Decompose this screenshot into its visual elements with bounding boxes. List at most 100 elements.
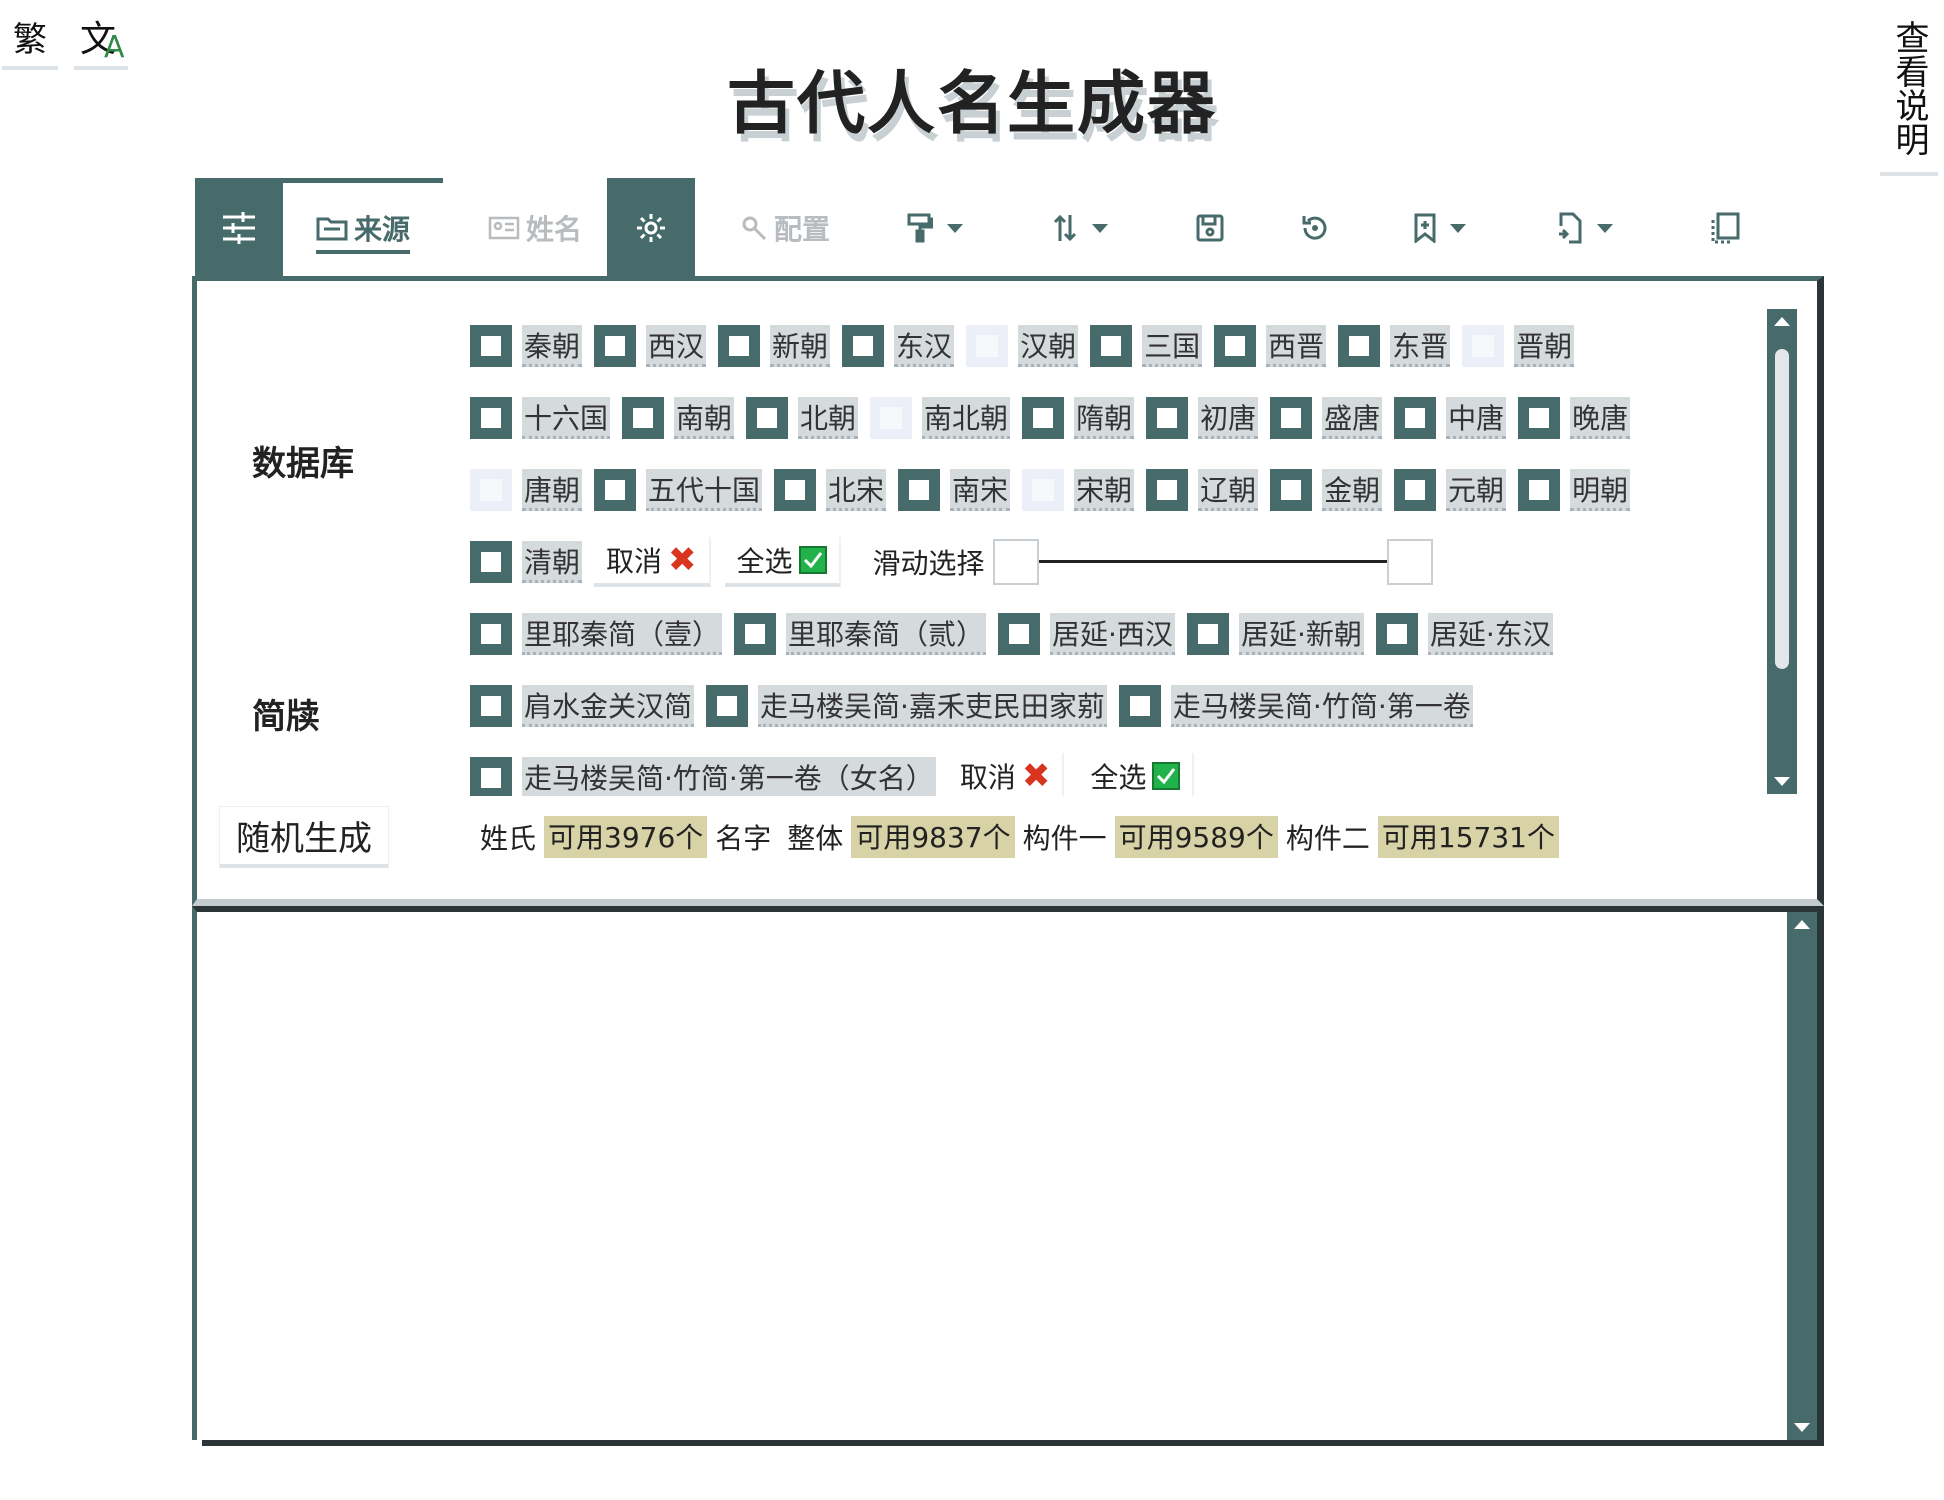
sliders-icon[interactable] xyxy=(195,178,283,278)
scroll-up-icon[interactable] xyxy=(1774,317,1790,326)
checkbox[interactable] xyxy=(1022,469,1065,511)
checkbox[interactable] xyxy=(470,397,512,439)
checkbox-item[interactable]: 居延·东汉 xyxy=(1375,613,1553,655)
checkbox-item[interactable]: 肩水金关汉简 xyxy=(470,685,695,727)
sort-dropdown[interactable] xyxy=(1040,178,1120,278)
checkbox-item[interactable]: 元朝 xyxy=(1394,469,1507,511)
scroll-down-icon[interactable] xyxy=(1794,1423,1810,1432)
save-button[interactable] xyxy=(1185,178,1235,278)
checkbox[interactable] xyxy=(1214,325,1257,367)
checkbox-item[interactable]: 中唐 xyxy=(1394,397,1507,439)
checkbox-item[interactable]: 南宋 xyxy=(898,469,1011,511)
checkbox-item[interactable]: 走马楼吴简·竹简·第一卷（女名） xyxy=(470,757,936,796)
checkbox-item[interactable]: 里耶秦简（贰） xyxy=(734,613,987,655)
scroll-up-icon[interactable] xyxy=(1794,920,1810,929)
checkbox[interactable] xyxy=(998,613,1041,655)
output-scrollbar[interactable] xyxy=(1787,912,1817,1440)
slider-handle-start[interactable] xyxy=(992,539,1039,585)
bookmark-dropdown[interactable] xyxy=(1400,178,1480,278)
scroll-down-icon[interactable] xyxy=(1774,777,1790,786)
checkbox[interactable] xyxy=(1394,469,1437,511)
checkbox-item[interactable]: 走马楼吴简·竹简·第一卷 xyxy=(1118,685,1473,727)
checkbox[interactable] xyxy=(1518,397,1561,439)
checkbox-item[interactable]: 西汉 xyxy=(594,325,707,367)
checkbox-item[interactable]: 金朝 xyxy=(1270,469,1383,511)
checkbox-item[interactable]: 北宋 xyxy=(774,469,887,511)
checkbox[interactable] xyxy=(1394,397,1437,439)
checkbox[interactable] xyxy=(774,469,817,511)
checkbox[interactable] xyxy=(898,469,941,511)
checkbox-item[interactable]: 北朝 xyxy=(746,397,859,439)
checkbox[interactable] xyxy=(1462,325,1505,367)
checkbox-item[interactable]: 清朝 xyxy=(470,541,583,583)
checkbox-item[interactable]: 居延·新朝 xyxy=(1186,613,1364,655)
checkbox-item[interactable]: 隋朝 xyxy=(1022,397,1135,439)
checkbox[interactable] xyxy=(1270,397,1313,439)
tab-source[interactable]: 来源 xyxy=(283,178,443,278)
checkbox-item[interactable]: 辽朝 xyxy=(1146,469,1259,511)
checkbox[interactable] xyxy=(470,613,512,655)
checkbox-item[interactable]: 新朝 xyxy=(718,325,831,367)
checkbox[interactable] xyxy=(870,397,913,439)
checkbox-item[interactable]: 三国 xyxy=(1090,325,1203,367)
checkbox-item[interactable]: 唐朝 xyxy=(470,469,583,511)
checkbox[interactable] xyxy=(1186,613,1229,655)
checkbox-item[interactable]: 南朝 xyxy=(622,397,735,439)
checkbox-item[interactable]: 居延·西汉 xyxy=(998,613,1175,655)
export-dropdown[interactable] xyxy=(1545,178,1625,278)
reset-button[interactable] xyxy=(1290,178,1340,278)
checkbox-item[interactable]: 五代十国 xyxy=(594,469,763,511)
checkbox-item[interactable]: 秦朝 xyxy=(470,325,583,367)
deselect-all-button[interactable]: 取消 ✖ xyxy=(947,753,1065,796)
checkbox-item[interactable]: 南北朝 xyxy=(870,397,1011,439)
checkbox[interactable] xyxy=(1146,397,1189,439)
checkbox-item[interactable]: 明朝 xyxy=(1518,469,1631,511)
tab-name[interactable]: 姓名 xyxy=(465,178,605,278)
checkbox-item[interactable]: 盛唐 xyxy=(1270,397,1383,439)
checkbox-item[interactable]: 初唐 xyxy=(1146,397,1259,439)
tab-config[interactable]: 配置 xyxy=(715,178,855,278)
paint-roller-dropdown[interactable] xyxy=(895,178,975,278)
output-area[interactable] xyxy=(192,906,1824,1446)
checkbox[interactable] xyxy=(594,469,637,511)
checkbox[interactable] xyxy=(842,325,885,367)
checkbox-item[interactable]: 东晋 xyxy=(1338,325,1451,367)
checkbox[interactable] xyxy=(734,613,777,655)
checkbox-item[interactable]: 晚唐 xyxy=(1518,397,1631,439)
range-slider[interactable] xyxy=(992,539,1433,585)
checkbox[interactable] xyxy=(1518,469,1561,511)
checkbox[interactable] xyxy=(470,757,512,796)
select-all-button[interactable]: 全选 xyxy=(1078,753,1195,796)
deselect-all-button[interactable]: 取消 ✖ xyxy=(594,537,711,587)
checkbox-item[interactable]: 里耶秦简（壹） xyxy=(470,613,723,655)
checkbox-item[interactable]: 西晋 xyxy=(1214,325,1327,367)
checkbox[interactable] xyxy=(594,325,637,367)
checkbox-item[interactable]: 汉朝 xyxy=(966,325,1079,367)
checkbox-item[interactable]: 走马楼吴简·嘉禾吏民田家莂 xyxy=(706,685,1107,727)
copy-button[interactable] xyxy=(1700,178,1750,278)
scrollbar-thumb[interactable] xyxy=(1775,349,1789,669)
checkbox[interactable] xyxy=(622,397,665,439)
checkbox[interactable] xyxy=(470,685,512,727)
checkbox-item[interactable]: 宋朝 xyxy=(1022,469,1135,511)
select-all-button[interactable]: 全选 xyxy=(724,537,841,587)
checkbox[interactable] xyxy=(706,685,749,727)
checkbox[interactable] xyxy=(746,397,789,439)
source-scroll-area[interactable]: 数据库 秦朝 西汉 新朝 东汉 汉朝 三国 西晋 东晋 晋朝 十六国 南朝 北朝 南北朝 隋朝 初唐 盛唐 中… xyxy=(197,281,1822,796)
checkbox[interactable] xyxy=(1375,613,1418,655)
checkbox[interactable] xyxy=(470,325,512,367)
checkbox[interactable] xyxy=(1146,469,1189,511)
checkbox[interactable] xyxy=(966,325,1009,367)
generate-button[interactable]: 随机生成 xyxy=(219,806,389,868)
checkbox[interactable] xyxy=(1090,325,1133,367)
slider-handle-end[interactable] xyxy=(1386,539,1433,585)
checkbox[interactable] xyxy=(470,469,512,511)
checkbox-item[interactable]: 十六国 xyxy=(470,397,611,439)
checkbox-item[interactable]: 晋朝 xyxy=(1462,325,1575,367)
checkbox-item[interactable]: 东汉 xyxy=(842,325,955,367)
vertical-scrollbar[interactable] xyxy=(1767,309,1797,794)
checkbox[interactable] xyxy=(1270,469,1313,511)
checkbox[interactable] xyxy=(1338,325,1381,367)
gear-icon[interactable] xyxy=(607,178,695,278)
checkbox[interactable] xyxy=(470,541,512,583)
